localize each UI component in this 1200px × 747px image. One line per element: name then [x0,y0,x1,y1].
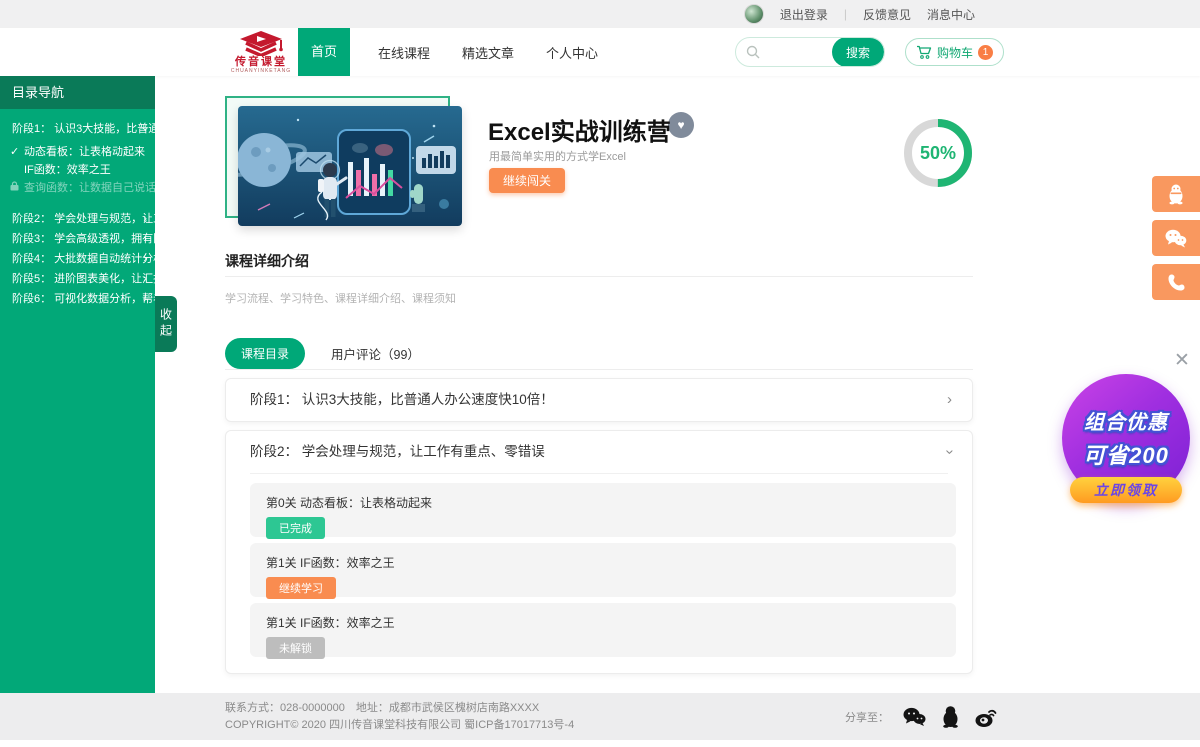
chevron-down-icon: › [143,119,147,139]
lock-icon [10,179,24,197]
qq-icon [1166,183,1186,205]
lesson-row-continue[interactable]: 第1关 IF函数：效率之王 继续学习 [250,543,956,597]
chevron-right-icon: › [143,229,147,249]
tab-course-catalog[interactable]: 课程目录 [225,338,305,369]
logo-subtitle: CHUANYINKETANG [231,68,291,74]
sidebar-lesson-done[interactable]: ✓动态看板：让表格动起来 [0,143,155,161]
share-label: 分享至： [845,709,889,725]
tab-user-comments[interactable]: 用户评论（99） [331,344,420,363]
user-avatar[interactable] [744,4,764,24]
course-subtitle: 用最简单实用的方式学Excel [489,148,626,164]
sidebar-item-stage6[interactable]: 阶段6： 可视化数据分析，帮老板...› [0,289,155,309]
logout-link[interactable]: 退出登录 [780,6,828,23]
cart-button[interactable]: 购物车 1 [905,38,1004,66]
chevron-right-icon: › [143,289,147,309]
search-icon [746,45,760,59]
accordion-stage1-header[interactable]: 阶段1： 认识3大技能，比普通人办公速度快10倍！ › [226,379,972,421]
sidebar-collapse-button[interactable]: 收起 [155,296,177,352]
sidebar-lesson-current[interactable]: IF函数：效率之王 [0,161,155,179]
sidebar-item-stage4[interactable]: 阶段4： 大批数据自动统计分析，...› [0,249,155,269]
status-badge-continue[interactable]: 继续学习 [266,577,336,599]
cart-badge: 1 [978,45,993,60]
favorite-heart-icon[interactable]: ♥ [668,112,694,138]
lesson-row-locked[interactable]: 第1关 IF函数：效率之王 未解锁 [250,603,956,657]
promo-line1: 组合优惠 [1084,406,1168,435]
chevron-right-icon: › [947,379,952,421]
wechat-share-icon[interactable] [902,706,927,727]
wechat-icon [1164,228,1188,248]
detail-heading: 课程详细介绍 [225,251,309,271]
accordion-stage2-header[interactable]: 阶段2： 学会处理与规范，让工作有重点、零错误 › [226,431,972,473]
divider [225,276,973,277]
course-progress-ring: 50% [903,118,973,188]
divider [225,369,973,370]
continue-challenge-button[interactable]: 继续闯关 [489,168,565,193]
lesson-title: 第1关 IF函数：效率之王 [266,614,940,631]
promo-line2: 可省200 [1083,438,1169,470]
footer-copyright: COPYRIGHT© 2020 四川传音课堂科技有限公司 蜀ICP备170177… [225,717,574,734]
footer: 联系方式：028-0000000 地址：成都市武侯区槐树店南路XXXX COPY… [0,693,1200,740]
lesson-row-done[interactable]: 第0关 动态看板：让表格动起来 已完成 [250,483,956,537]
course-cover-image[interactable] [238,106,462,226]
nav-item-home[interactable]: 首页 [298,28,350,76]
weibo-share-icon[interactable] [974,706,999,728]
share-bar: 分享至： [845,705,999,728]
topbar: 退出登录 | 反馈意见 消息中心 [0,0,1200,28]
messages-link[interactable]: 消息中心 [927,6,975,23]
sidebar-item-stage2[interactable]: 阶段2： 学会处理与规范，让工作...› [0,209,155,229]
catalog-sidebar: 目录导航 阶段1： 认识3大技能，比普通人... › ✓动态看板：让表格动起来 … [0,76,155,693]
lesson-title: 第0关 动态看板：让表格动起来 [266,494,940,511]
chevron-down-icon: › [947,431,952,473]
status-badge-locked: 未解锁 [266,637,325,659]
phone-icon [1167,273,1186,292]
progress-percent-label: 50% [903,118,973,188]
chevron-right-icon: › [143,209,147,229]
logo-title: 传音课堂 [235,57,287,68]
wechat-contact-button[interactable] [1152,220,1200,256]
status-badge-done[interactable]: 已完成 [266,517,325,539]
check-icon: ✓ [10,143,24,161]
divider [250,473,948,474]
logo-cap-icon [239,30,283,56]
nav-item-profile[interactable]: 个人中心 [546,43,598,62]
cart-icon [916,45,932,60]
topbar-divider: | [844,7,847,21]
search-button[interactable]: 搜索 [832,37,884,67]
accordion-stage1[interactable]: 阶段1： 认识3大技能，比普通人办公速度快10倍！ › [225,378,973,422]
promo-close-icon[interactable]: ✕ [1174,349,1190,372]
site-logo[interactable]: 传音课堂 CHUANYINKETANG [220,28,302,76]
claim-coupon-button[interactable]: 立即领取 [1070,477,1182,503]
chevron-right-icon: › [143,269,147,289]
main-nav: 首页 在线课程 精选文章 个人中心 [298,28,630,76]
nav-item-articles[interactable]: 精选文章 [462,43,514,62]
sidebar-lesson-locked[interactable]: 查询函数：让数据自己说话 [0,179,155,197]
qq-share-icon[interactable] [940,705,961,728]
footer-contact: 联系方式：028-0000000 地址：成都市武侯区槐树店南路XXXX [225,700,574,717]
sidebar-item-stage3[interactable]: 阶段3： 学会高级透视，拥有同时...› [0,229,155,249]
feedback-link[interactable]: 反馈意见 [863,6,911,23]
detail-tabs: 课程目录 用户评论（99） [225,338,420,369]
chevron-right-icon: › [143,249,147,269]
nav-item-courses[interactable]: 在线课程 [378,43,430,62]
phone-contact-button[interactable] [1152,264,1200,300]
accordion-stage2: 阶段2： 学会处理与规范，让工作有重点、零错误 › 第0关 动态看板：让表格动起… [225,430,973,674]
sidebar-item-stage1[interactable]: 阶段1： 认识3大技能，比普通人... › [0,119,155,139]
cart-label: 购物车 [937,44,973,61]
detail-description: 学习流程、学习特色、课程详细介绍、课程须知 [225,290,456,306]
navbar: 传音课堂 CHUANYINKETANG 首页 在线课程 精选文章 个人中心 搜索… [0,28,1200,76]
sidebar-item-stage5[interactable]: 阶段5： 进阶图表美化，让汇报一...› [0,269,155,289]
qq-contact-button[interactable] [1152,176,1200,212]
course-title: Excel实战训练营 [488,112,671,147]
search-input[interactable] [766,39,832,65]
lesson-title: 第1关 IF函数：效率之王 [266,554,940,571]
sidebar-title: 目录导航 [0,76,155,109]
search-box: 搜索 [735,37,885,67]
